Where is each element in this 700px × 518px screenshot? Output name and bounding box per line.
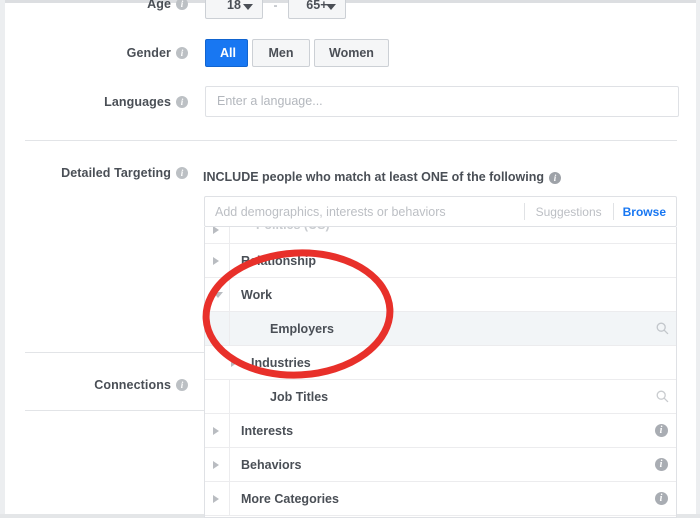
gender-info-icon[interactable]: i xyxy=(176,46,188,59)
detailed-targeting-search-input[interactable]: Add demographics, interests or behaviors xyxy=(205,205,524,219)
list-item-interests[interactable]: Interests i xyxy=(205,413,676,448)
detailed-targeting-heading-group: INCLUDE people who match at least ONE of… xyxy=(203,170,561,184)
expand-cell[interactable] xyxy=(205,460,229,469)
list-item-label: Politics (US) xyxy=(256,227,330,232)
expand-cell[interactable] xyxy=(205,358,247,367)
languages-input[interactable]: Enter a language... xyxy=(205,86,679,117)
chevron-right-icon xyxy=(213,227,219,234)
list-item-label: Job Titles xyxy=(270,389,329,404)
gender-option-all[interactable]: All xyxy=(205,39,248,67)
chevron-right-icon xyxy=(231,358,237,367)
age-max-select[interactable]: 65+ xyxy=(287,0,346,19)
list-item-label: Relationship xyxy=(241,253,317,268)
gender-option-men[interactable]: Men xyxy=(252,39,310,67)
list-item[interactable]: Politics (US) xyxy=(205,227,676,244)
age-min-value: 18 xyxy=(227,0,241,12)
languages-label: Languages xyxy=(104,94,171,109)
list-item-employers[interactable]: Employers xyxy=(205,311,676,346)
age-label-group: Age i xyxy=(60,0,188,11)
expand-cell[interactable] xyxy=(205,256,229,265)
age-row: 18 - 65+ xyxy=(205,0,346,19)
detailed-targeting-label-group: Detailed Targeting i xyxy=(20,165,188,180)
list-item-label: Work xyxy=(241,287,273,302)
list-item-label: Employers xyxy=(270,321,334,336)
gender-option-women[interactable]: Women xyxy=(314,39,389,67)
search-icon[interactable] xyxy=(648,390,676,403)
detailed-targeting-heading: INCLUDE people who match at least ONE of… xyxy=(203,170,544,184)
panel-left-gutter xyxy=(0,0,5,518)
list-item-label: Industries xyxy=(251,355,311,370)
list-item-job-titles[interactable]: Job Titles xyxy=(205,379,676,414)
chevron-right-icon xyxy=(213,494,219,503)
include-info-icon[interactable]: i xyxy=(549,171,561,184)
age-min-select[interactable]: 18 xyxy=(205,0,263,19)
age-max-value: 65+ xyxy=(306,0,328,12)
detailed-targeting-dropdown: Politics (US) Relationship Work Employer… xyxy=(204,227,677,518)
browse-button[interactable]: Browse xyxy=(614,205,676,219)
row-divider xyxy=(229,227,230,243)
age-range-dash: - xyxy=(273,0,278,12)
connections-info-icon[interactable]: i xyxy=(176,378,188,391)
list-item-label: Interests xyxy=(241,423,294,438)
languages-label-group: Languages i xyxy=(40,94,188,109)
search-icon[interactable] xyxy=(648,322,676,335)
ads-targeting-form-panel: Age i 18 - 65+ Gender i All Men Women Lang… xyxy=(0,0,700,518)
section-divider-connections xyxy=(25,410,205,411)
age-label: Age xyxy=(147,0,171,11)
chevron-down-icon xyxy=(213,291,223,298)
chevron-down-icon xyxy=(243,4,253,10)
info-icon[interactable]: i xyxy=(646,458,676,471)
list-item-label: More Categories xyxy=(241,491,339,506)
info-icon[interactable]: i xyxy=(646,492,676,505)
connections-label-group: Connections i xyxy=(40,377,188,392)
expand-cell[interactable] xyxy=(205,494,229,503)
chevron-right-icon xyxy=(213,256,219,265)
expand-cell[interactable] xyxy=(205,426,229,435)
suggestions-button[interactable]: Suggestions xyxy=(525,205,613,219)
languages-info-icon[interactable]: i xyxy=(176,95,188,108)
list-item-work[interactable]: Work xyxy=(205,277,676,312)
list-item-behaviors[interactable]: Behaviors i xyxy=(205,447,676,482)
detailed-targeting-label: Detailed Targeting xyxy=(61,165,171,180)
list-item-label: Behaviors xyxy=(241,457,302,472)
section-divider-languages xyxy=(25,140,677,141)
connections-label: Connections xyxy=(94,377,171,392)
gender-label: Gender xyxy=(126,45,171,60)
gender-toggle-group: All Men Women xyxy=(205,39,393,67)
gender-label-group: Gender i xyxy=(60,45,188,60)
panel-right-gutter xyxy=(696,0,700,518)
chevron-right-icon xyxy=(213,460,219,469)
collapse-cell[interactable] xyxy=(205,291,229,298)
detailed-targeting-search-box[interactable]: Add demographics, interests or behaviors… xyxy=(204,196,677,227)
detailed-targeting-info-icon[interactable]: i xyxy=(176,166,188,179)
age-info-icon[interactable]: i xyxy=(176,0,188,10)
chevron-down-icon xyxy=(325,4,336,10)
info-icon[interactable]: i xyxy=(646,424,676,437)
list-item-more-categories[interactable]: More Categories i xyxy=(205,481,676,516)
chevron-right-icon xyxy=(213,426,219,435)
list-item-relationship[interactable]: Relationship xyxy=(205,243,676,278)
list-item-industries[interactable]: Industries xyxy=(205,346,676,380)
